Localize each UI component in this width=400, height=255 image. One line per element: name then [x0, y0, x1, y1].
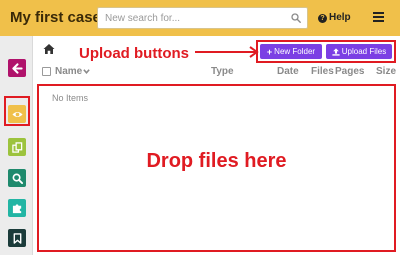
upload-files-button[interactable]: Upload Files	[326, 44, 392, 59]
hamburger-menu-icon[interactable]	[373, 12, 384, 22]
case-title[interactable]: My first case	[10, 9, 101, 26]
highlight-documents-button	[4, 96, 30, 126]
column-type[interactable]: Type	[211, 66, 234, 77]
column-size[interactable]: Size	[376, 66, 396, 77]
chevron-down-icon	[83, 69, 90, 75]
column-files[interactable]: Files	[311, 66, 334, 77]
sidebar	[0, 36, 33, 255]
search-button[interactable]	[8, 169, 26, 187]
copy-icon	[11, 141, 22, 153]
select-all-checkbox[interactable]	[42, 67, 51, 76]
empty-list-text: No Items	[52, 93, 89, 103]
column-name[interactable]: Name	[55, 66, 90, 77]
annotation-upload-buttons: Upload buttons	[79, 45, 189, 62]
search-icon	[12, 173, 23, 184]
column-pages[interactable]: Pages	[335, 66, 364, 77]
documents-button[interactable]	[8, 138, 26, 156]
upload-icon	[332, 47, 340, 56]
help-label: Help	[329, 12, 351, 23]
new-folder-label: New Folder	[274, 47, 316, 56]
file-drop-zone[interactable]: No Items Drop files here	[37, 84, 396, 252]
search-icon[interactable]	[291, 13, 301, 23]
annotation-arrow	[195, 46, 259, 58]
app-page: My first case ?Help	[0, 0, 400, 255]
question-circle-icon: ?	[318, 14, 327, 23]
new-folder-button[interactable]: + New Folder	[260, 44, 322, 59]
search-input[interactable]	[98, 8, 283, 28]
top-bar: My first case ?Help	[0, 0, 400, 36]
annotation-drop-files: Drop files here	[146, 150, 287, 172]
puzzle-icon	[12, 203, 21, 213]
arrow-left-icon	[11, 62, 23, 74]
search-box[interactable]	[97, 7, 308, 29]
home-icon[interactable]	[43, 43, 55, 55]
help-button[interactable]: ? Help	[318, 12, 351, 23]
back-button[interactable]	[8, 59, 26, 77]
plugins-button[interactable]	[8, 199, 26, 217]
column-date[interactable]: Date	[277, 66, 299, 77]
bookmark-icon	[13, 232, 21, 244]
upload-files-label: Upload Files	[341, 47, 387, 56]
plus-icon: +	[266, 46, 273, 57]
table-header: Name Type Date Files Pages Size	[36, 64, 398, 80]
bookmarks-button[interactable]	[8, 229, 26, 247]
